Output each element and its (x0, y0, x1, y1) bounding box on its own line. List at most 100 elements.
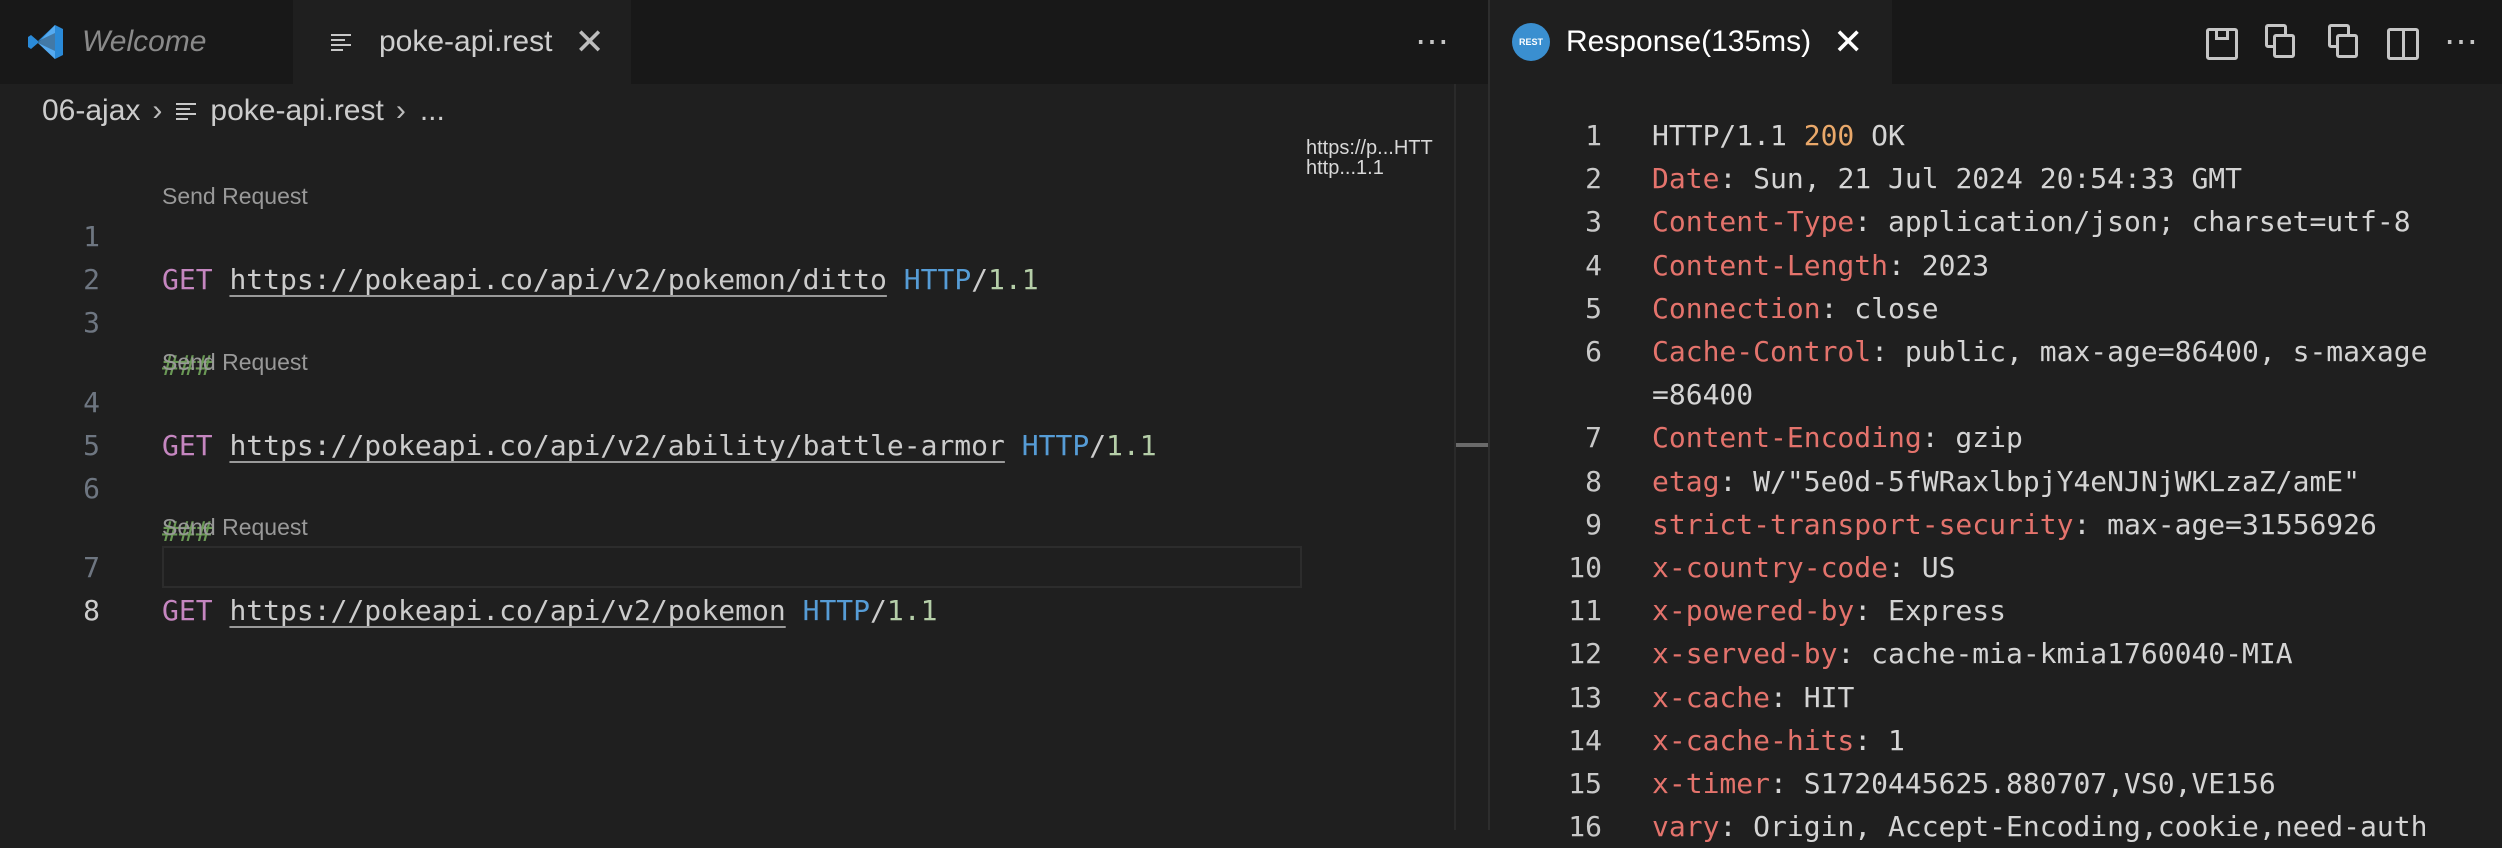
header-name: x-cache (1652, 681, 1771, 714)
save-response-icon[interactable] (2206, 28, 2238, 60)
response-line[interactable]: 3 Content-Type: application/json; charset… (1490, 200, 2502, 243)
file-lines-icon (176, 102, 197, 120)
rest-client-icon: REST (1512, 23, 1550, 61)
vertical-scrollbar[interactable] (1454, 84, 1490, 830)
line-number: 10 (1568, 551, 1602, 584)
code-line[interactable]: 4 GET https://pokeapi.co/api/v2/ability/… (0, 338, 1300, 462)
codelens-row: Send Request (0, 467, 1300, 540)
header-name: Connection (1652, 292, 1821, 325)
header-name: Cache-Control (1652, 335, 1872, 368)
close-icon[interactable]: ✕ (574, 24, 604, 60)
header-value: : 1 (1854, 724, 1905, 757)
response-line[interactable]: 13 x-cache: HIT (1490, 676, 2502, 719)
request-line: GET https://pokeapi.co/api/v2/pokemon HT… (162, 594, 938, 627)
response-line[interactable]: 16 vary: Origin, Accept-Encoding,cookie,n… (1490, 805, 2502, 848)
response-line[interactable]: 6 Cache-Control: public, max-age=86400, s… (1490, 330, 2502, 373)
response-line[interactable]: 15 x-timer: S1720445625.880707,VS0,VE156 (1490, 762, 2502, 805)
response-line[interactable]: 11 x-powered-by: Express (1490, 589, 2502, 632)
header-line: strict-transport-security: max-age=31556… (1652, 503, 2377, 546)
header-line: Content-Length: 2023 (1652, 244, 1989, 287)
file-lines-icon (331, 33, 351, 51)
line-number: 16 (1568, 810, 1602, 843)
http-version: 1.1 (886, 594, 938, 627)
response-line[interactable]: 8 etag: W/"5e0d-5fWRaxlbpjY4eNJNjWKLzaZ/a… (1490, 460, 2502, 503)
response-line[interactable]: 7 Content-Encoding: gzip (1490, 416, 2502, 459)
breadcrumb-folder[interactable]: 06-ajax (42, 94, 140, 128)
tab-poke-api-rest[interactable]: poke-api.rest ✕ (293, 0, 631, 84)
response-line[interactable]: 4 Content-Length: 2023 (1490, 244, 2502, 287)
header-value: : gzip (1921, 421, 2023, 454)
tab-poke-label: poke-api.rest (379, 25, 553, 58)
response-line[interactable]: 14 x-cache-hits: 1 (1490, 719, 2502, 762)
header-value: : Origin, Accept-Encoding,cookie,need-au… (1719, 810, 2428, 843)
line-number: 14 (1568, 724, 1602, 757)
chevron-right-icon: › (152, 94, 163, 127)
line-number: 15 (1568, 767, 1602, 800)
header-name: x-country-code (1652, 551, 1889, 584)
code-line[interactable]: 5 (0, 381, 1300, 462)
line-number: 8 (1585, 465, 1602, 498)
response-line[interactable]: 1 HTTP/1.1 200 OK (1490, 114, 2502, 157)
line-number: 8 (83, 594, 100, 627)
code-line[interactable]: 8 (0, 546, 1300, 627)
code-line[interactable]: 6 ### (0, 424, 1300, 548)
request-url[interactable]: https://pokeapi.co/api/v2/pokemon (229, 594, 785, 627)
header-line: x-powered-by: Express (1652, 589, 2006, 632)
more-actions-icon[interactable]: ⋯ (2442, 22, 2482, 62)
line-number: 13 (1568, 681, 1602, 714)
header-line: x-served-by: cache-mia-kmia1760040-MIA (1652, 632, 2293, 675)
header-value: : close (1820, 292, 1939, 325)
header-line: x-cache-hits: 1 (1652, 719, 1905, 762)
breadcrumb-file[interactable]: poke-api.rest (210, 94, 383, 128)
header-line: Content-Encoding: gzip (1652, 416, 2023, 459)
response-line[interactable]: 2 Date: Sun, 21 Jul 2024 20:54:33 GMT (1490, 157, 2502, 200)
header-value: : HIT (1770, 681, 1855, 714)
response-line[interactable]: 9 strict-transport-security: max-age=3155… (1490, 503, 2502, 546)
close-icon[interactable]: ✕ (1833, 24, 1863, 60)
response-line[interactable]: =86400 (1490, 373, 2502, 416)
more-actions-icon[interactable]: ⋯ (1408, 14, 1458, 70)
header-name: x-cache-hits (1652, 724, 1855, 757)
line-number: 9 (1585, 508, 1602, 541)
line-number: 11 (1568, 594, 1602, 627)
header-value: : W/"5e0d-5fWRaxlbpjY4eNJNjWKLzaZ/amE" (1719, 465, 2361, 498)
tab-welcome[interactable]: Welcome (0, 0, 290, 84)
header-name: Content-Encoding (1652, 421, 1922, 454)
header-name: etag (1652, 465, 1720, 498)
http-method: GET (162, 594, 213, 627)
tab-response-label: Response(135ms) (1566, 25, 1812, 58)
header-name: x-powered-by (1652, 594, 1855, 627)
breadcrumb-symbols[interactable]: ... (420, 94, 445, 128)
header-line: Cache-Control: public, max-age=86400, s-… (1652, 330, 2427, 373)
response-line[interactable]: 10 x-country-code: US (1490, 546, 2502, 589)
header-value: : S1720445625.880707,VS0,VE156 (1770, 767, 2276, 800)
code-line[interactable]: 2 (0, 215, 1300, 296)
header-name: vary (1652, 810, 1720, 843)
status-code: 200 (1803, 119, 1855, 152)
response-line[interactable]: 12 x-served-by: cache-mia-kmia1760040-MIA (1490, 632, 2502, 675)
split-editor-icon[interactable] (2387, 28, 2419, 60)
tab-response[interactable]: REST Response(135ms) ✕ (1490, 0, 1892, 84)
tab-welcome-label: Welcome (82, 25, 207, 58)
minimap[interactable]: https://p...HTT http...1.1 (1306, 138, 1454, 198)
code-line[interactable]: 3 ### (0, 258, 1300, 382)
response-editor-group: REST Response(135ms) ✕ ⋯ 1 HTTP/1.1 200 O… (1490, 0, 2502, 843)
header-line: x-cache: HIT (1652, 676, 1854, 719)
status-text: OK (1854, 119, 1905, 152)
code-line[interactable]: 1 GET https://pokeapi.co/api/v2/pokemon/… (0, 172, 1300, 296)
header-value: : US (1888, 551, 1956, 584)
copy-icon[interactable] (2324, 22, 2364, 62)
header-value: : public, max-age=86400, s-maxage (1871, 335, 2428, 368)
breadcrumb: 06-ajax › poke-api.rest › ... (42, 88, 445, 134)
line-number: 6 (1585, 335, 1602, 368)
http-protocol: HTTP (802, 594, 871, 627)
response-line[interactable]: 5 Connection: close (1490, 287, 2502, 330)
header-name: Content-Length (1652, 249, 1889, 282)
line-number: 12 (1568, 637, 1602, 670)
code-line[interactable]: 7 GET https://pokeapi.co/api/v2/pokemon … (0, 503, 1300, 627)
header-value: : 2023 (1888, 249, 1990, 282)
save-body-icon[interactable] (2261, 22, 2301, 62)
header-line: Date: Sun, 21 Jul 2024 20:54:33 GMT (1652, 157, 2242, 200)
header-line: Content-Type: application/json; charset=… (1652, 200, 2411, 243)
header-line: x-country-code: US (1652, 546, 1955, 589)
